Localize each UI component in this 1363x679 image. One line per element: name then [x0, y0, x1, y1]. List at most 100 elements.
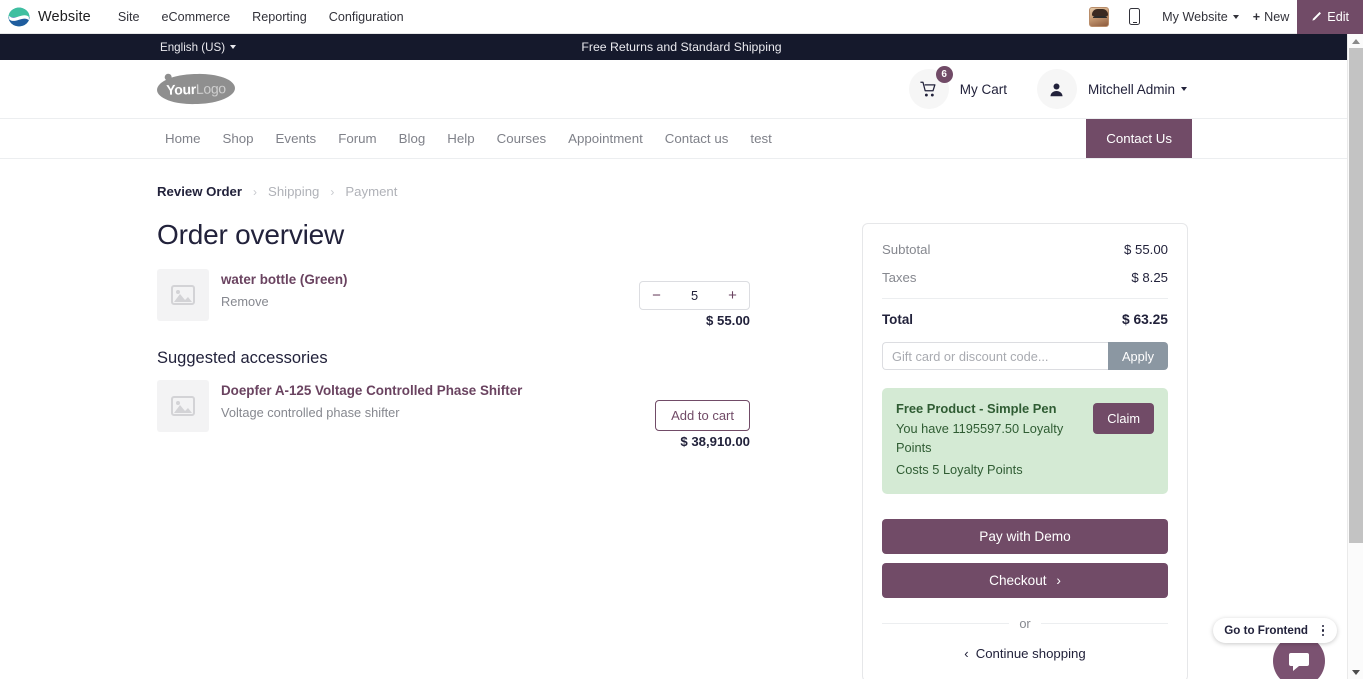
backend-menu-site[interactable]: Site [107, 4, 151, 30]
cart-line-row: water bottle (Green) Remove − + $ 55.00 [157, 269, 750, 328]
cart-line-items: water bottle (Green) Remove − + $ 55.00 [157, 269, 750, 328]
website-selector[interactable]: My Website [1162, 10, 1239, 24]
edit-button-label: Edit [1327, 9, 1349, 24]
plus-icon: + [1252, 9, 1261, 24]
cart-count-badge: 6 [935, 66, 953, 83]
add-to-cart-button[interactable]: Add to cart [655, 400, 750, 431]
apply-coupon-button[interactable]: Apply [1107, 342, 1168, 370]
backend-menu-configuration[interactable]: Configuration [318, 4, 415, 30]
language-selector[interactable]: English (US) [160, 34, 237, 60]
site-logo[interactable]: YourLogo [156, 72, 236, 106]
nav-link-forum[interactable]: Forum [327, 119, 387, 158]
breadcrumb-separator-icon: › [253, 184, 258, 199]
checkout-button[interactable]: Checkout › [882, 562, 1168, 598]
contact-us-cta-button[interactable]: Contact Us [1086, 119, 1192, 158]
page-title: Order overview [157, 219, 345, 250]
breadcrumb-step-shipping[interactable]: Shipping [268, 184, 319, 199]
user-icon [1050, 83, 1063, 96]
product-thumbnail[interactable] [157, 380, 209, 432]
or-label: or [1019, 615, 1031, 631]
nav-link-blog[interactable]: Blog [388, 119, 437, 158]
backend-menu-reporting[interactable]: Reporting [241, 4, 318, 30]
user-icon-circle [1036, 69, 1077, 109]
go-to-frontend-widget: Go to Frontend [1213, 618, 1337, 643]
nav-link-shop[interactable]: Shop [211, 119, 264, 158]
suggested-accessory-price: $ 38,910.00 [680, 434, 750, 449]
chat-bubble-icon [1289, 653, 1309, 671]
promo-strip-text: Free Returns and Standard Shipping [581, 40, 782, 54]
site-logo-your: Your [165, 81, 197, 98]
backend-app-name[interactable]: Website [38, 9, 91, 25]
go-to-frontend-label[interactable]: Go to Frontend [1224, 624, 1308, 637]
scroll-down-button[interactable] [1348, 665, 1363, 679]
summary-row-subtotal: Subtotal $ 55.00 [882, 242, 1168, 257]
continue-shopping-link[interactable]: ‹ Continue shopping [882, 646, 1168, 661]
quantity-increase-button[interactable]: + [716, 288, 749, 303]
loyalty-points-cost: Costs 5 Loyalty Points [896, 462, 1023, 478]
nav-link-courses[interactable]: Courses [486, 119, 558, 158]
suggested-accessory-description: Voltage controlled phase shifter [221, 405, 400, 420]
total-label: Total [882, 312, 913, 327]
subtotal-label: Subtotal [882, 242, 931, 257]
site-header: YourLogo 6 My Cart Mitchell Admin [0, 60, 1347, 118]
scrollbar-thumb[interactable] [1349, 48, 1363, 543]
chevron-down-icon [230, 45, 237, 49]
backend-menu: Site eCommerce Reporting Configuration [107, 4, 415, 30]
product-thumbnail[interactable] [157, 269, 209, 321]
nav-link-appointment[interactable]: Appointment [557, 119, 654, 158]
chevron-down-icon [1181, 87, 1187, 91]
odoo-backend-topbar: Website Site eCommerce Reporting Configu… [0, 0, 1363, 34]
loyalty-points-balance: You have 1195597.50 Loyalty Points [896, 421, 1064, 455]
loyalty-reward-title: Free Product - Simple Pen [896, 401, 1057, 416]
cart-line-remove-link[interactable]: Remove [221, 294, 348, 309]
total-value: $ 63.25 [1121, 312, 1168, 327]
nav-link-help[interactable]: Help [436, 119, 485, 158]
taxes-value: $ 8.25 [1131, 270, 1168, 285]
new-button-label: New [1264, 9, 1290, 24]
site-header-right: 6 My Cart Mitchell Admin [908, 66, 1187, 109]
edit-button[interactable]: Edit [1297, 0, 1363, 34]
website-selector-label: My Website [1162, 9, 1228, 24]
checkout-breadcrumb: Review Order › Shipping › Payment [157, 184, 397, 199]
user-name: Mitchell Admin [1087, 81, 1175, 97]
my-cart-label: My Cart [959, 81, 1007, 97]
backend-topbar-right: My Website + New Edit [1089, 0, 1363, 34]
quantity-decrease-button[interactable]: − [640, 288, 673, 303]
nav-link-home[interactable]: Home [157, 119, 211, 158]
breadcrumb-step-review-order[interactable]: Review Order [157, 184, 242, 199]
scroll-up-button[interactable] [1348, 34, 1363, 48]
breadcrumb-separator-icon: › [330, 184, 335, 199]
order-summary-card: Subtotal $ 55.00 Taxes $ 8.25 Total $ 63… [862, 223, 1188, 679]
quantity-stepper: − + [639, 281, 750, 310]
nav-link-contact-us[interactable]: Contact us [654, 119, 740, 158]
new-button[interactable]: + New [1253, 10, 1290, 24]
chevron-left-icon: ‹ [964, 645, 969, 661]
subtotal-value: $ 55.00 [1124, 242, 1168, 257]
coupon-input[interactable] [882, 342, 1108, 370]
user-menu[interactable]: Mitchell Admin [1036, 69, 1187, 109]
mobile-preview-icon[interactable] [1129, 8, 1141, 25]
odoo-logo-icon[interactable] [8, 6, 30, 28]
suggested-accessories-title: Suggested accessories [157, 349, 328, 367]
pay-with-demo-button[interactable]: Pay with Demo [882, 518, 1168, 554]
backend-menu-ecommerce[interactable]: eCommerce [151, 4, 242, 30]
taxes-label: Taxes [882, 270, 917, 285]
page-scrollbar[interactable] [1347, 34, 1363, 679]
summary-divider [882, 298, 1168, 299]
claim-reward-button[interactable]: Claim [1093, 403, 1154, 434]
nav-links: Home Shop Events Forum Blog Help Courses… [157, 119, 783, 158]
image-placeholder-icon [171, 285, 195, 305]
chevron-right-icon: › [1056, 572, 1061, 588]
nav-link-events[interactable]: Events [265, 119, 328, 158]
site-logo-logo: Logo [195, 80, 226, 98]
summary-row-taxes: Taxes $ 8.25 [882, 270, 1168, 285]
suggested-accessory-name[interactable]: Doepfer A-125 Voltage Controlled Phase S… [221, 383, 522, 398]
nav-link-test[interactable]: test [739, 119, 782, 158]
quantity-input[interactable] [673, 288, 716, 303]
user-avatar[interactable] [1089, 6, 1110, 27]
cart-line-product-name[interactable]: water bottle (Green) [221, 272, 348, 287]
my-cart-button[interactable]: 6 My Cart [908, 66, 1007, 109]
breadcrumb-step-payment[interactable]: Payment [345, 184, 397, 199]
more-options-icon[interactable] [1313, 621, 1333, 641]
checkout-button-label: Checkout [989, 572, 1047, 588]
